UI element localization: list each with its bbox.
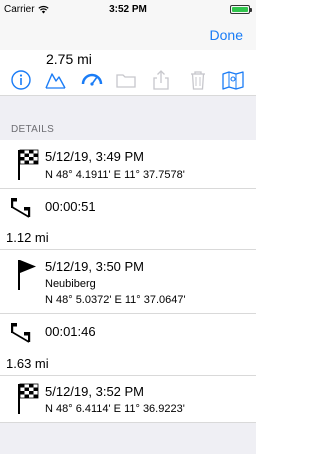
segment-distance: 1.12 mi bbox=[6, 230, 49, 245]
list-item-start-waypoint[interactable]: 5/12/19, 3:49 PM N 48° 4.1911' E 11° 37.… bbox=[0, 140, 256, 189]
checkered-flag-icon bbox=[18, 149, 39, 180]
trash-icon[interactable] bbox=[186, 68, 210, 92]
list-item-segment[interactable]: 00:00:51 1.12 mi bbox=[0, 189, 256, 250]
status-time: 3:52 PM bbox=[109, 4, 147, 15]
done-button[interactable]: Done bbox=[210, 27, 243, 43]
waypoint-datetime: 5/12/19, 3:52 PM bbox=[45, 384, 145, 399]
status-bar: Carrier 3:52 PM bbox=[0, 0, 256, 20]
share-icon[interactable] bbox=[149, 68, 173, 92]
segment-icon bbox=[11, 198, 31, 218]
list-item-segment[interactable]: 00:01:46 1.63 mi bbox=[0, 314, 256, 376]
flag-icon bbox=[18, 260, 36, 290]
details-section-header: DETAILS bbox=[0, 96, 256, 140]
battery-icon bbox=[230, 5, 252, 14]
waypoint-coords: N 48° 6.4114' E 11° 36.9223' bbox=[45, 403, 185, 415]
waypoint-coords: N 48° 5.0372' E 11° 37.0647' bbox=[45, 294, 186, 306]
elevation-profile-icon[interactable] bbox=[44, 68, 68, 92]
track-summary: 2.75 mi bbox=[0, 50, 256, 96]
segment-icon bbox=[11, 323, 31, 343]
list-item-waypoint[interactable]: 5/12/19, 3:50 PM Neubiberg N 48° 5.0372'… bbox=[0, 250, 256, 314]
waypoint-coords: N 48° 4.1911' E 11° 37.7578' bbox=[45, 169, 185, 181]
toolbar bbox=[0, 68, 256, 94]
table-footer bbox=[0, 423, 256, 454]
segment-duration: 00:01:46 bbox=[45, 324, 96, 339]
navigation-bar: Done bbox=[0, 20, 256, 50]
folder-icon[interactable] bbox=[114, 68, 138, 92]
info-icon[interactable] bbox=[9, 68, 33, 92]
segment-distance: 1.63 mi bbox=[6, 356, 49, 371]
segment-duration: 00:00:51 bbox=[45, 199, 96, 214]
total-distance: 2.75 mi bbox=[46, 51, 92, 67]
waypoint-datetime: 5/12/19, 3:50 PM bbox=[45, 259, 145, 274]
speedometer-icon[interactable] bbox=[80, 68, 104, 92]
section-title: DETAILS bbox=[11, 124, 55, 135]
map-icon[interactable] bbox=[221, 68, 245, 92]
list-item-end-waypoint[interactable]: 5/12/19, 3:52 PM N 48° 6.4114' E 11° 36.… bbox=[0, 376, 256, 423]
checkered-flag-icon bbox=[18, 383, 39, 414]
details-list: 5/12/19, 3:49 PM N 48° 4.1911' E 11° 37.… bbox=[0, 140, 256, 423]
waypoint-place: Neubiberg bbox=[45, 278, 96, 290]
waypoint-datetime: 5/12/19, 3:49 PM bbox=[45, 149, 145, 164]
